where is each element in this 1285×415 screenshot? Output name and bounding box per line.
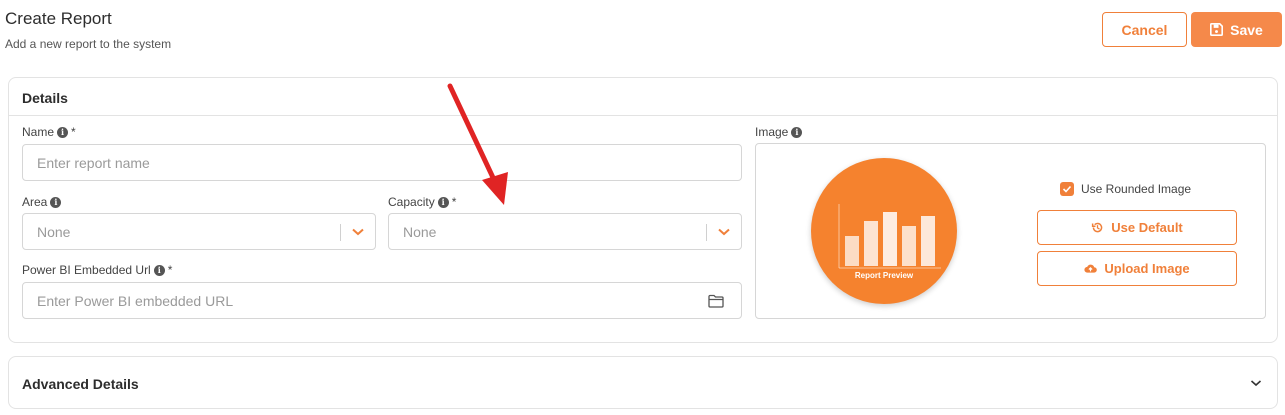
save-icon — [1210, 23, 1224, 36]
capacity-select-value: None — [403, 223, 437, 240]
report-preview-image: Report Preview — [811, 158, 957, 304]
details-card-title: Details — [22, 90, 68, 106]
check-icon — [1062, 185, 1072, 193]
required-marker: * — [167, 263, 173, 277]
name-field-label: Name i * — [22, 125, 76, 139]
capacity-label-text: Capacity — [388, 195, 435, 209]
area-select[interactable]: None — [22, 213, 376, 250]
select-divider — [340, 224, 341, 241]
save-button[interactable]: Save — [1191, 12, 1282, 47]
chevron-down-icon[interactable] — [718, 227, 730, 237]
upload-image-label: Upload Image — [1104, 261, 1190, 276]
use-rounded-label: Use Rounded Image — [1081, 182, 1192, 196]
info-icon[interactable]: i — [57, 126, 69, 138]
info-icon[interactable]: i — [153, 264, 165, 276]
details-card: Details Name i * Enter report name Area … — [8, 77, 1278, 343]
use-rounded-checkbox[interactable] — [1060, 182, 1074, 196]
preview-caption: Report Preview — [854, 271, 914, 280]
powerbi-input-placeholder: Enter Power BI embedded URL — [37, 292, 234, 309]
chevron-down-icon[interactable] — [1250, 378, 1262, 388]
use-rounded-image-option[interactable]: Use Rounded Image — [1060, 182, 1191, 196]
image-panel: Report Preview Use Rounded Image Use Def… — [755, 143, 1266, 319]
use-default-button[interactable]: Use Default — [1037, 210, 1237, 245]
details-card-header: Details — [9, 78, 1277, 116]
capacity-select[interactable]: None — [388, 213, 742, 250]
use-default-label: Use Default — [1111, 220, 1183, 235]
name-input-placeholder: Enter report name — [37, 154, 150, 171]
upload-image-button[interactable]: Upload Image — [1037, 251, 1237, 286]
page-subtitle: Add a new report to the system — [5, 37, 172, 51]
area-select-value: None — [37, 223, 71, 240]
folder-icon[interactable] — [708, 294, 724, 308]
required-marker: * — [71, 125, 76, 139]
image-field-label: Image i — [755, 125, 803, 139]
info-icon[interactable]: i — [50, 196, 62, 208]
name-input[interactable]: Enter report name — [22, 144, 742, 181]
cancel-button[interactable]: Cancel — [1102, 12, 1187, 47]
powerbi-url-input[interactable]: Enter Power BI embedded URL — [22, 282, 742, 319]
name-label-text: Name — [22, 125, 55, 139]
cloud-upload-icon — [1084, 264, 1098, 273]
history-icon — [1092, 222, 1103, 233]
advanced-details-title: Advanced Details — [22, 376, 139, 392]
chevron-down-icon[interactable] — [352, 227, 364, 237]
area-label-text: Area — [22, 195, 48, 209]
advanced-details-accordion[interactable]: Advanced Details — [8, 356, 1278, 409]
save-button-label: Save — [1230, 21, 1263, 38]
select-divider — [706, 224, 707, 241]
powerbi-field-label: Power BI Embedded Url i * — [22, 263, 172, 277]
page-header: Create Report Add a new report to the sy… — [0, 0, 1285, 62]
info-icon[interactable]: i — [791, 126, 803, 138]
powerbi-label-text: Power BI Embedded Url — [22, 263, 151, 277]
page-title: Create Report — [5, 9, 112, 28]
bar-chart-icon — [838, 204, 941, 269]
area-field-label: Area i — [22, 195, 62, 209]
annotation-arrow — [447, 83, 508, 205]
image-label-text: Image — [755, 125, 789, 139]
